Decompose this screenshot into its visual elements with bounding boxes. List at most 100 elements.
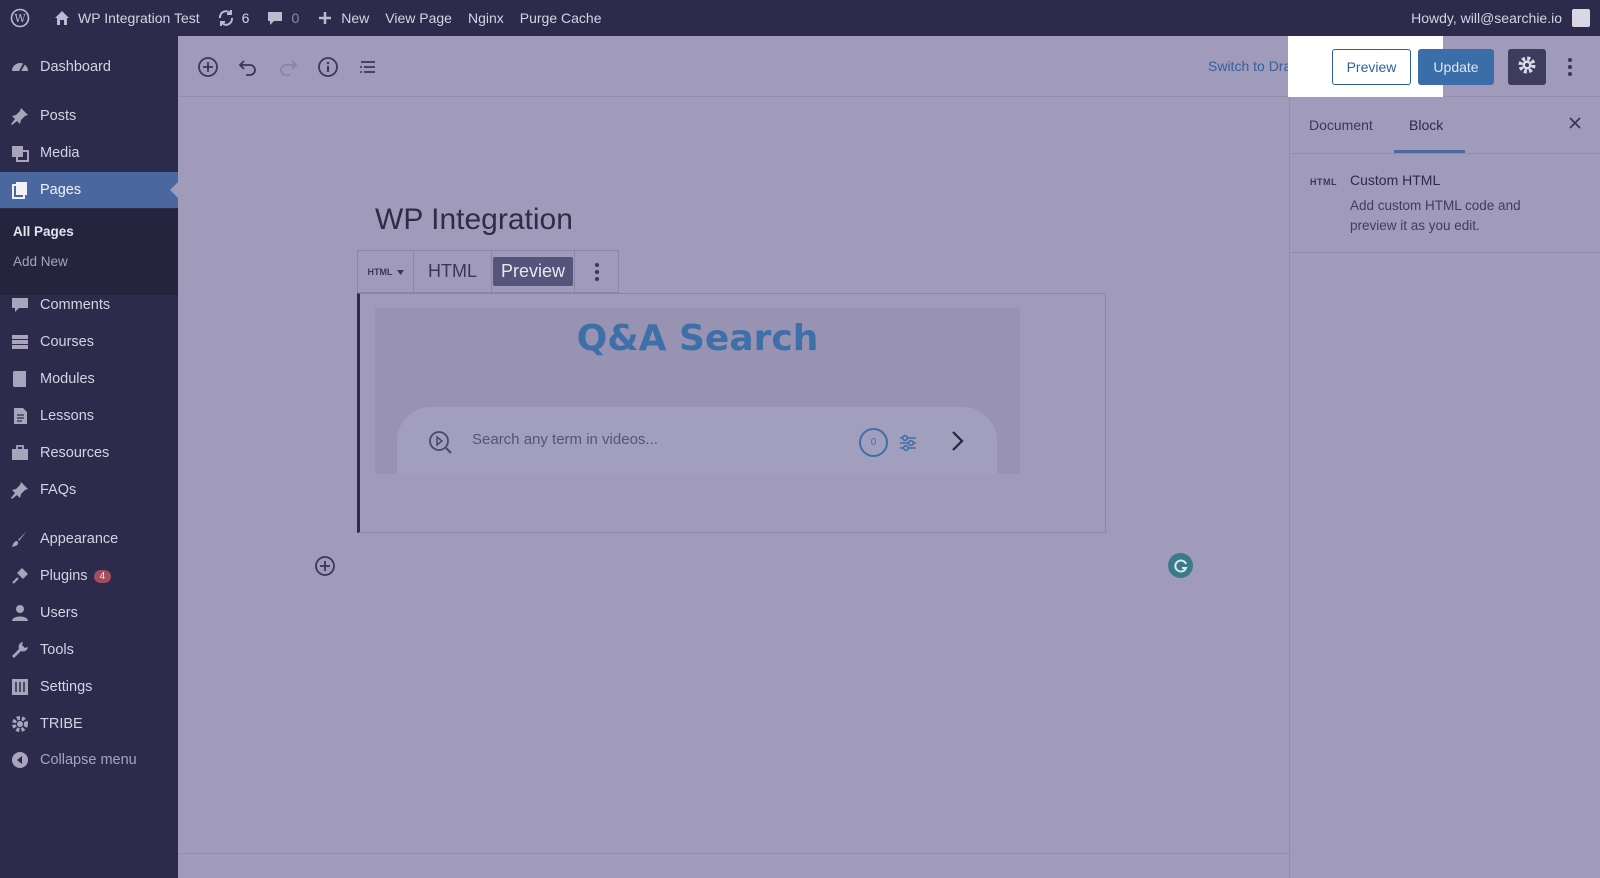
sidebar-item-label: Modules: [40, 371, 95, 387]
sidebar-item-label: Plugins: [40, 568, 88, 584]
sidebar-item-label: Appearance: [40, 531, 119, 547]
sidebar-item-lessons[interactable]: Lessons: [0, 398, 178, 434]
sidebar-item-tools[interactable]: Tools: [0, 632, 178, 668]
html-mode-label: HTML: [428, 261, 477, 281]
sidebar-item-label: Users: [40, 605, 78, 621]
grammarly-icon[interactable]: [1168, 553, 1193, 578]
updates-link[interactable]: 6: [208, 0, 258, 36]
pushpin-icon: [10, 480, 30, 500]
book-icon: [10, 369, 30, 389]
inline-add-block-icon[interactable]: [314, 555, 336, 577]
wordpress-logo-icon: W: [10, 8, 30, 28]
switch-to-draft-button[interactable]: Switch to Draft: [1208, 58, 1299, 74]
wrench-icon: [10, 640, 30, 660]
sidebar-item-plugins[interactable]: Plugins 4: [0, 558, 178, 594]
chevron-right-icon[interactable]: [945, 429, 969, 453]
comments-link[interactable]: 0: [257, 0, 307, 36]
admin-bar: W WP Integration Test 6 0 New View Page …: [0, 0, 1600, 36]
block-card-description: Add custom HTML code and preview it as y…: [1350, 198, 1521, 233]
new-content-link[interactable]: New: [307, 0, 377, 36]
preview-mode-button[interactable]: Preview: [492, 251, 575, 292]
home-icon: [52, 8, 72, 28]
block-type-label: HTML: [367, 266, 393, 277]
add-block-icon[interactable]: [196, 55, 220, 79]
active-tab-indicator: [1394, 150, 1465, 153]
updates-icon: [216, 8, 236, 28]
sidebar-item-label: Media: [40, 145, 80, 161]
collapse-arrow-icon: [10, 750, 30, 770]
site-name: WP Integration Test: [78, 10, 200, 26]
settings-toggle-button[interactable]: [1508, 49, 1546, 85]
sidebar-item-label: TRIBE: [40, 716, 83, 732]
post-title[interactable]: WP Integration: [375, 203, 573, 237]
block-card: HTML Custom HTML Add custom HTML code an…: [1290, 154, 1600, 253]
admin-sidebar: Dashboard Posts Media Pages All Pages Ad…: [0, 36, 178, 878]
media-icon: [10, 143, 30, 163]
sidebar-item-comments[interactable]: Comments: [0, 287, 178, 323]
plus-icon: [315, 8, 335, 28]
sidebar-item-pages[interactable]: Pages: [0, 172, 178, 208]
preview-button[interactable]: Preview: [1332, 49, 1411, 85]
settings-sidebar: Document Block HTML Custom HTML Add cust…: [1289, 97, 1600, 878]
undo-icon[interactable]: [236, 55, 260, 79]
sidebar-item-label: Resources: [40, 445, 110, 461]
html-block-icon: HTML: [1310, 177, 1337, 187]
briefcase-icon: [10, 443, 30, 463]
submenu-add-new[interactable]: Add New: [13, 254, 68, 269]
qa-search-widget: Q&A Search 0: [375, 308, 1020, 475]
new-label: New: [341, 10, 370, 26]
more-options-icon[interactable]: [1560, 55, 1580, 79]
sidebar-item-tribe[interactable]: TRIBE: [0, 706, 178, 742]
editor-footer-divider: [178, 853, 1289, 854]
gear-icon: [10, 714, 30, 734]
block-navigation-icon[interactable]: [356, 55, 380, 79]
result-count-badge: 0: [859, 428, 888, 457]
sidebar-item-appearance[interactable]: Appearance: [0, 521, 178, 557]
site-name-link[interactable]: WP Integration Test: [44, 0, 208, 36]
howdy-user-link[interactable]: Howdy, will@searchie.io: [1411, 10, 1562, 26]
plugins-update-badge: 4: [93, 569, 112, 583]
pushpin-icon: [10, 106, 30, 126]
filter-icon[interactable]: [897, 432, 919, 454]
sidebar-item-media[interactable]: Media: [0, 135, 178, 171]
nginx-link[interactable]: Nginx: [460, 0, 512, 36]
preview-mode-label: Preview: [492, 257, 574, 286]
html-mode-button[interactable]: HTML: [414, 251, 492, 292]
block-card-title: Custom HTML: [1350, 172, 1441, 188]
redo-icon[interactable]: [276, 55, 300, 79]
tab-block[interactable]: Block: [1409, 117, 1443, 133]
purge-cache-link[interactable]: Purge Cache: [512, 0, 610, 36]
block-toolbar: HTML HTML Preview: [357, 250, 619, 293]
qa-search-title: Q&A Search: [576, 318, 819, 359]
nginx-label: Nginx: [467, 10, 504, 26]
sidebar-item-resources[interactable]: Resources: [0, 435, 178, 471]
sidebar-item-modules[interactable]: Modules: [0, 361, 178, 397]
collapse-menu-button[interactable]: Collapse menu: [0, 742, 178, 778]
block-type-switcher[interactable]: HTML: [358, 251, 414, 292]
search-bar: 0: [397, 407, 997, 475]
info-icon[interactable]: [316, 55, 340, 79]
sidebar-item-dashboard[interactable]: Dashboard: [0, 49, 178, 85]
sidebar-item-label: Lessons: [40, 408, 95, 424]
document-icon: [10, 406, 30, 426]
sidebar-item-users[interactable]: Users: [0, 595, 178, 631]
sidebar-item-settings[interactable]: Settings: [0, 669, 178, 705]
submenu-all-pages[interactable]: All Pages: [13, 224, 74, 239]
view-page-link[interactable]: View Page: [377, 0, 460, 36]
view-page-label: View Page: [385, 10, 452, 26]
close-icon[interactable]: [1568, 114, 1582, 135]
sidebar-item-posts[interactable]: Posts: [0, 98, 178, 134]
sidebar-item-courses[interactable]: Courses: [0, 324, 178, 360]
sidebar-item-label: Settings: [40, 679, 93, 695]
comment-bubble-icon: [10, 295, 30, 315]
update-button[interactable]: Update: [1418, 49, 1494, 85]
block-more-options-icon[interactable]: [575, 251, 618, 292]
sidebar-item-faqs[interactable]: FAQs: [0, 472, 178, 508]
search-input[interactable]: [472, 431, 852, 448]
avatar[interactable]: [1572, 9, 1590, 27]
comment-bubble-icon: [265, 8, 285, 28]
tab-document[interactable]: Document: [1309, 117, 1373, 133]
wordpress-logo-button[interactable]: W: [0, 0, 44, 36]
paintbrush-icon: [10, 529, 30, 549]
svg-text:W: W: [14, 12, 26, 25]
